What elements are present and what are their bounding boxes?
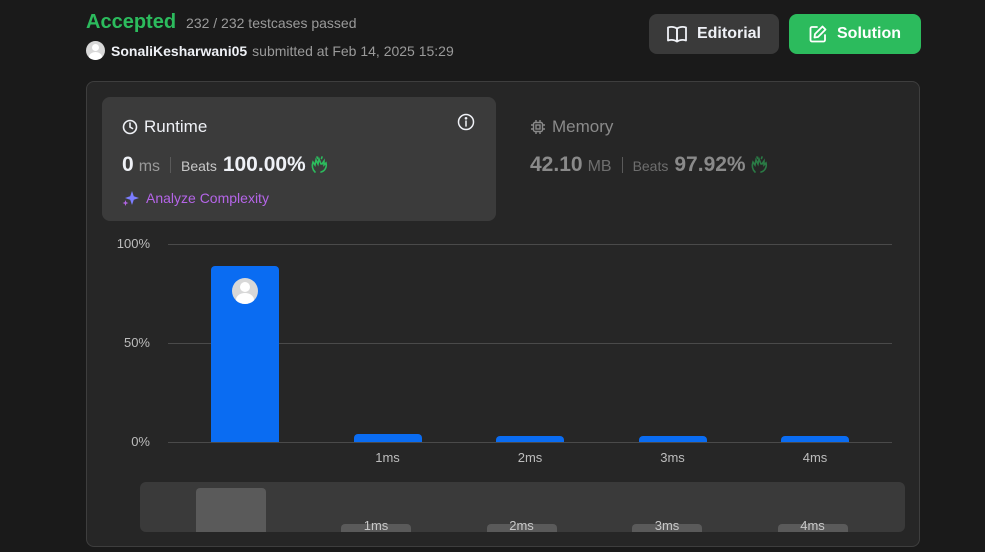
clap-icon	[751, 156, 767, 173]
edit-icon	[809, 25, 827, 43]
clap-icon	[311, 156, 327, 173]
memory-value: 42.10	[530, 153, 583, 176]
submitted-time: submitted at Feb 14, 2025 15:29	[252, 42, 454, 59]
y-tick-label: 0%	[131, 434, 150, 449]
submission-status: Accepted 232 / 232 testcases passed	[86, 11, 356, 34]
memory-card[interactable]: Memory 42.10 MB Beats 97.92%	[530, 97, 890, 221]
runtime-beats-value: 100.00%	[222, 153, 306, 176]
username-link[interactable]: SonaliKesharwani05	[111, 43, 247, 59]
x-tick-label: 4ms	[802, 450, 828, 465]
runtime-distribution-chart: 100% 50% 0% 1ms 2ms 3ms 4ms	[100, 230, 900, 470]
x-tick-label: 2ms	[517, 450, 543, 465]
clock-icon	[122, 119, 138, 135]
memory-title-label: Memory	[552, 117, 614, 136]
overview-selection[interactable]	[196, 488, 266, 532]
chart-overview-scrollbar[interactable]: 1ms 2ms 3ms 4ms	[140, 482, 905, 532]
divider	[621, 157, 623, 173]
editorial-button[interactable]: Editorial	[649, 14, 779, 54]
testcases-passed: 232 / 232 testcases passed	[186, 15, 357, 31]
bar-3ms[interactable]	[638, 436, 707, 442]
result-label: Accepted	[86, 11, 177, 33]
submission-info: SonaliKesharwani05 submitted at Feb 14, …	[86, 41, 454, 60]
bar-1ms[interactable]	[353, 434, 422, 442]
chip-icon	[531, 120, 545, 134]
editorial-label: Editorial	[696, 25, 761, 42]
memory-beats-label: Beats	[632, 158, 669, 174]
divider	[170, 157, 172, 173]
analyze-label: Analyze Complexity	[146, 190, 269, 206]
runtime-title: Runtime	[122, 117, 207, 137]
runtime-metric: 0 ms Beats 100.00%	[122, 153, 330, 177]
overview-label: 2ms	[509, 518, 534, 532]
book-icon	[667, 25, 687, 43]
analyze-complexity-link[interactable]: Analyze Complexity	[122, 189, 269, 207]
runtime-title-label: Runtime	[144, 117, 208, 136]
memory-title: Memory	[530, 117, 613, 137]
grid-line	[168, 244, 892, 245]
overview-label: 4ms	[800, 518, 825, 532]
memory-unit: MB	[587, 158, 612, 175]
solution-label: Solution	[837, 25, 901, 42]
y-tick-label: 100%	[116, 236, 150, 251]
avatar[interactable]	[86, 41, 105, 60]
avatar	[232, 277, 258, 304]
memory-beats-value: 97.92%	[674, 153, 746, 176]
grid-line	[168, 442, 892, 443]
overview-label: 1ms	[363, 518, 389, 532]
bar-2ms[interactable]	[496, 436, 564, 442]
info-icon[interactable]	[457, 113, 475, 131]
memory-metric: 42.10 MB Beats 97.92%	[530, 153, 770, 177]
sparkle-icon	[122, 191, 139, 206]
x-tick-label: 1ms	[375, 450, 400, 465]
x-tick-label: 3ms	[660, 450, 685, 465]
overview-label: 3ms	[654, 518, 680, 532]
bar-4ms[interactable]	[781, 436, 849, 442]
runtime-card[interactable]: Runtime 0 ms Beats 100.00% Analyze Compl…	[102, 97, 496, 221]
y-tick-label: 50%	[123, 335, 150, 350]
solution-button[interactable]: Solution	[789, 14, 921, 54]
runtime-value: 0	[122, 153, 134, 176]
runtime-beats-label: Beats	[181, 158, 217, 174]
runtime-unit: ms	[138, 158, 161, 175]
